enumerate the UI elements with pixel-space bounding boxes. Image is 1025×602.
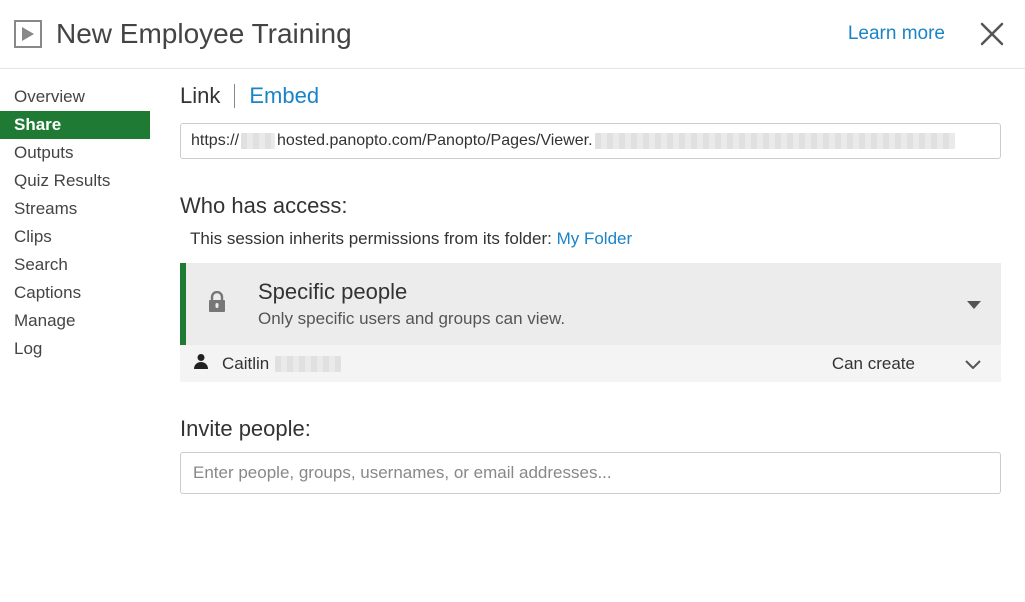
sidebar-item-share[interactable]: Share	[0, 111, 150, 139]
access-mode-subtitle: Only specific users and groups can view.	[258, 309, 967, 329]
link-embed-tabs: Link Embed	[180, 83, 1001, 109]
inherit-prefix: This session inherits permissions from i…	[190, 229, 557, 248]
sidebar-item-search[interactable]: Search	[0, 251, 150, 279]
person-icon	[194, 353, 208, 374]
main-panel: Link Embed https:// hosted.panopto.com/P…	[150, 69, 1025, 494]
permission-dropdown[interactable]	[965, 354, 981, 374]
sidebar-item-quiz-results[interactable]: Quiz Results	[0, 167, 150, 195]
user-permission-label: Can create	[832, 354, 915, 374]
sidebar-item-manage[interactable]: Manage	[0, 307, 150, 335]
learn-more-link[interactable]: Learn more	[848, 23, 945, 45]
url-text-part1: https://	[191, 132, 239, 150]
sidebar-item-captions[interactable]: Captions	[0, 279, 150, 307]
invite-heading: Invite people:	[180, 416, 1001, 442]
inherit-folder-link[interactable]: My Folder	[557, 229, 633, 248]
user-name: Caitlin	[222, 354, 832, 374]
share-url-field[interactable]: https:// hosted.panopto.com/Panopto/Page…	[180, 123, 1001, 159]
tab-divider	[234, 84, 235, 108]
access-heading: Who has access:	[180, 193, 1001, 219]
invite-people-input[interactable]	[180, 452, 1001, 494]
access-user-row: Caitlin Can create	[180, 345, 1001, 382]
access-mode-title: Specific people	[258, 279, 967, 305]
sidebar-item-log[interactable]: Log	[0, 335, 150, 363]
inherit-line: This session inherits permissions from i…	[180, 229, 1001, 249]
redacted-segment	[275, 356, 341, 372]
play-icon	[14, 20, 42, 48]
close-button[interactable]	[979, 21, 1005, 47]
lock-icon	[208, 291, 226, 317]
tab-embed[interactable]: Embed	[249, 83, 319, 109]
user-name-text: Caitlin	[222, 354, 269, 374]
access-mode-dropdown[interactable]: Specific people Only specific users and …	[180, 263, 1001, 345]
page-title: New Employee Training	[56, 18, 848, 50]
sidebar: Overview Share Outputs Quiz Results Stre…	[0, 69, 150, 494]
tab-link[interactable]: Link	[180, 83, 220, 109]
redacted-segment	[241, 133, 275, 149]
sidebar-item-outputs[interactable]: Outputs	[0, 139, 150, 167]
sidebar-item-clips[interactable]: Clips	[0, 223, 150, 251]
chevron-down-icon	[967, 296, 981, 313]
sidebar-item-overview[interactable]: Overview	[0, 83, 150, 111]
dialog-header: New Employee Training Learn more	[0, 0, 1025, 69]
sidebar-item-streams[interactable]: Streams	[0, 195, 150, 223]
url-text-part2: hosted.panopto.com/Panopto/Pages/Viewer.	[277, 132, 592, 150]
access-mode-text: Specific people Only specific users and …	[258, 279, 967, 329]
redacted-segment	[595, 133, 955, 149]
